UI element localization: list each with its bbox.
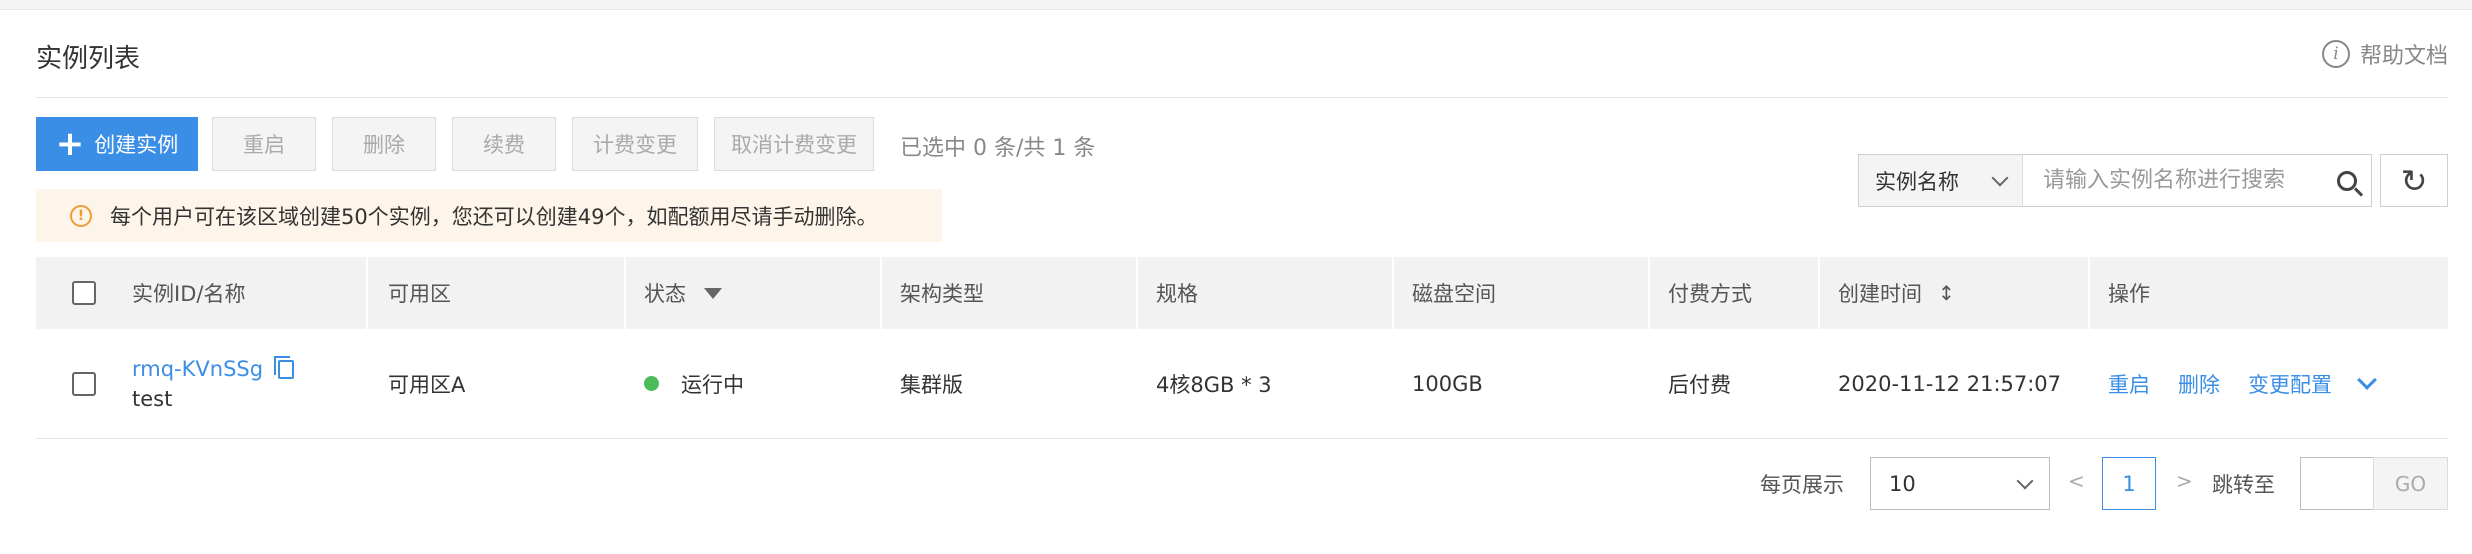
row-select-cell [72,329,96,438]
instance-id-name-cell: rmq-KVnSSg test [132,329,294,438]
help-docs-link[interactable]: i 帮助文档 [2321,38,2448,70]
copy-icon[interactable] [273,356,294,379]
created-cell: 2020-11-12 21:57:07 [1838,371,2062,396]
column-header-arch: 架构类型 [900,282,984,306]
sort-icon[interactable]: ↕ [1938,281,1955,305]
quota-notice-text: 每个用户可在该区域创建50个实例，您还可以创建49个，如配额用尽请手动删除。 [110,204,878,229]
create-instance-label: 创建实例 [94,133,179,157]
status-running-dot [644,376,659,391]
chevron-down-icon [2016,472,2034,489]
column-header-status: 状态 [644,257,722,329]
column-separator [1818,257,1820,329]
column-separator [1648,257,1650,329]
more-actions-chevron-icon[interactable] [2357,370,2377,390]
column-header-created: 创建时间 ↕ [1838,257,1955,329]
instance-id-link[interactable]: rmq-KVnSSg [132,357,263,381]
disk-cell: 100GB [1412,371,1483,396]
restart-button[interactable]: 重启 [212,117,316,171]
table-header: 实例ID/名称 可用区 状态 架构类型 规格 磁盘空间 付费方式 创建时间 ↕ … [36,257,2448,329]
instance-name: test [132,386,173,411]
top-bar [0,0,2472,10]
plus-icon: + [55,124,85,164]
search-box: 实例名称 [1858,154,2372,207]
page-title: 实例列表 [36,44,141,74]
create-instance-button[interactable]: + 创建实例 [36,117,198,171]
cancel-billing-change-button[interactable]: 取消计费变更 [714,117,874,171]
search-icon [2337,170,2357,191]
jump-page-input[interactable] [2300,457,2374,510]
row-restart-link[interactable]: 重启 [2108,369,2150,399]
column-header-id-name: 实例ID/名称 [132,282,246,306]
column-header-payment: 付费方式 [1668,282,1752,306]
row-modify-config-link[interactable]: 变更配置 [2248,369,2332,399]
page-size-value: 10 [1889,471,1916,496]
status-text: 运行中 [681,372,744,397]
column-header-disk: 磁盘空间 [1412,282,1496,306]
go-button[interactable]: GO [2373,457,2448,510]
select-all-cell [72,257,96,329]
refresh-button[interactable]: ↻ [2380,154,2448,207]
zone-cell: 可用区A [388,372,466,397]
select-all-checkbox[interactable] [72,281,96,305]
row-checkbox[interactable] [72,371,96,396]
row-delete-link[interactable]: 删除 [2178,369,2220,399]
billing-change-button[interactable]: 计费变更 [572,117,698,171]
arch-cell: 集群版 [900,372,963,397]
quota-notice: ! 每个用户可在该区域创建50个实例，您还可以创建49个，如配额用尽请手动删除。 [36,189,942,242]
warning-icon: ! [70,204,92,227]
delete-button[interactable]: 删除 [332,117,436,171]
spec-cell: 4核8GB * 3 [1156,372,1272,397]
filter-icon[interactable] [704,287,722,299]
chevron-down-icon [1991,169,2009,186]
table-row: rmq-KVnSSg test 可用区A 运行中 集群版 4核8GB * 3 1… [36,329,2448,439]
refresh-icon: ↻ [2400,161,2428,200]
instance-table: 实例ID/名称 可用区 状态 架构类型 规格 磁盘空间 付费方式 创建时间 ↕ … [36,257,2448,439]
search-field-select[interactable]: 实例名称 [1859,155,2023,206]
column-header-zone: 可用区 [388,282,451,306]
next-page-button[interactable]: > [2176,469,2193,493]
current-page-button[interactable]: 1 [2102,457,2156,510]
column-separator [880,257,882,329]
info-icon: i [2321,40,2350,68]
status-cell: 运行中 [644,329,744,438]
column-header-status-label: 状态 [644,282,686,306]
header-divider [36,97,2448,98]
prev-page-button[interactable]: < [2068,469,2085,493]
column-separator [1136,257,1138,329]
instance-id-wrapper: rmq-KVnSSg [132,356,294,381]
payment-cell: 后付费 [1668,372,1731,397]
per-page-label: 每页展示 [1760,473,1844,497]
column-header-spec: 规格 [1156,282,1198,306]
column-separator [624,257,626,329]
column-separator [366,257,368,329]
renew-button[interactable]: 续费 [452,117,556,171]
column-header-created-label: 创建时间 [1838,282,1922,306]
page-size-select[interactable]: 10 [1870,457,2050,510]
search-button[interactable] [2323,155,2371,206]
help-docs-label: 帮助文档 [2359,44,2448,69]
search-input[interactable] [2023,155,2323,206]
column-header-actions: 操作 [2108,282,2150,306]
search-field-label: 实例名称 [1875,169,1959,194]
actions-cell: 重启 删除 变更配置 [2108,329,2448,438]
selection-info: 已选中 0 条/共 1 条 [900,136,1096,161]
column-separator [2088,257,2090,329]
column-separator [1392,257,1394,329]
jump-to-label: 跳转至 [2212,473,2275,497]
